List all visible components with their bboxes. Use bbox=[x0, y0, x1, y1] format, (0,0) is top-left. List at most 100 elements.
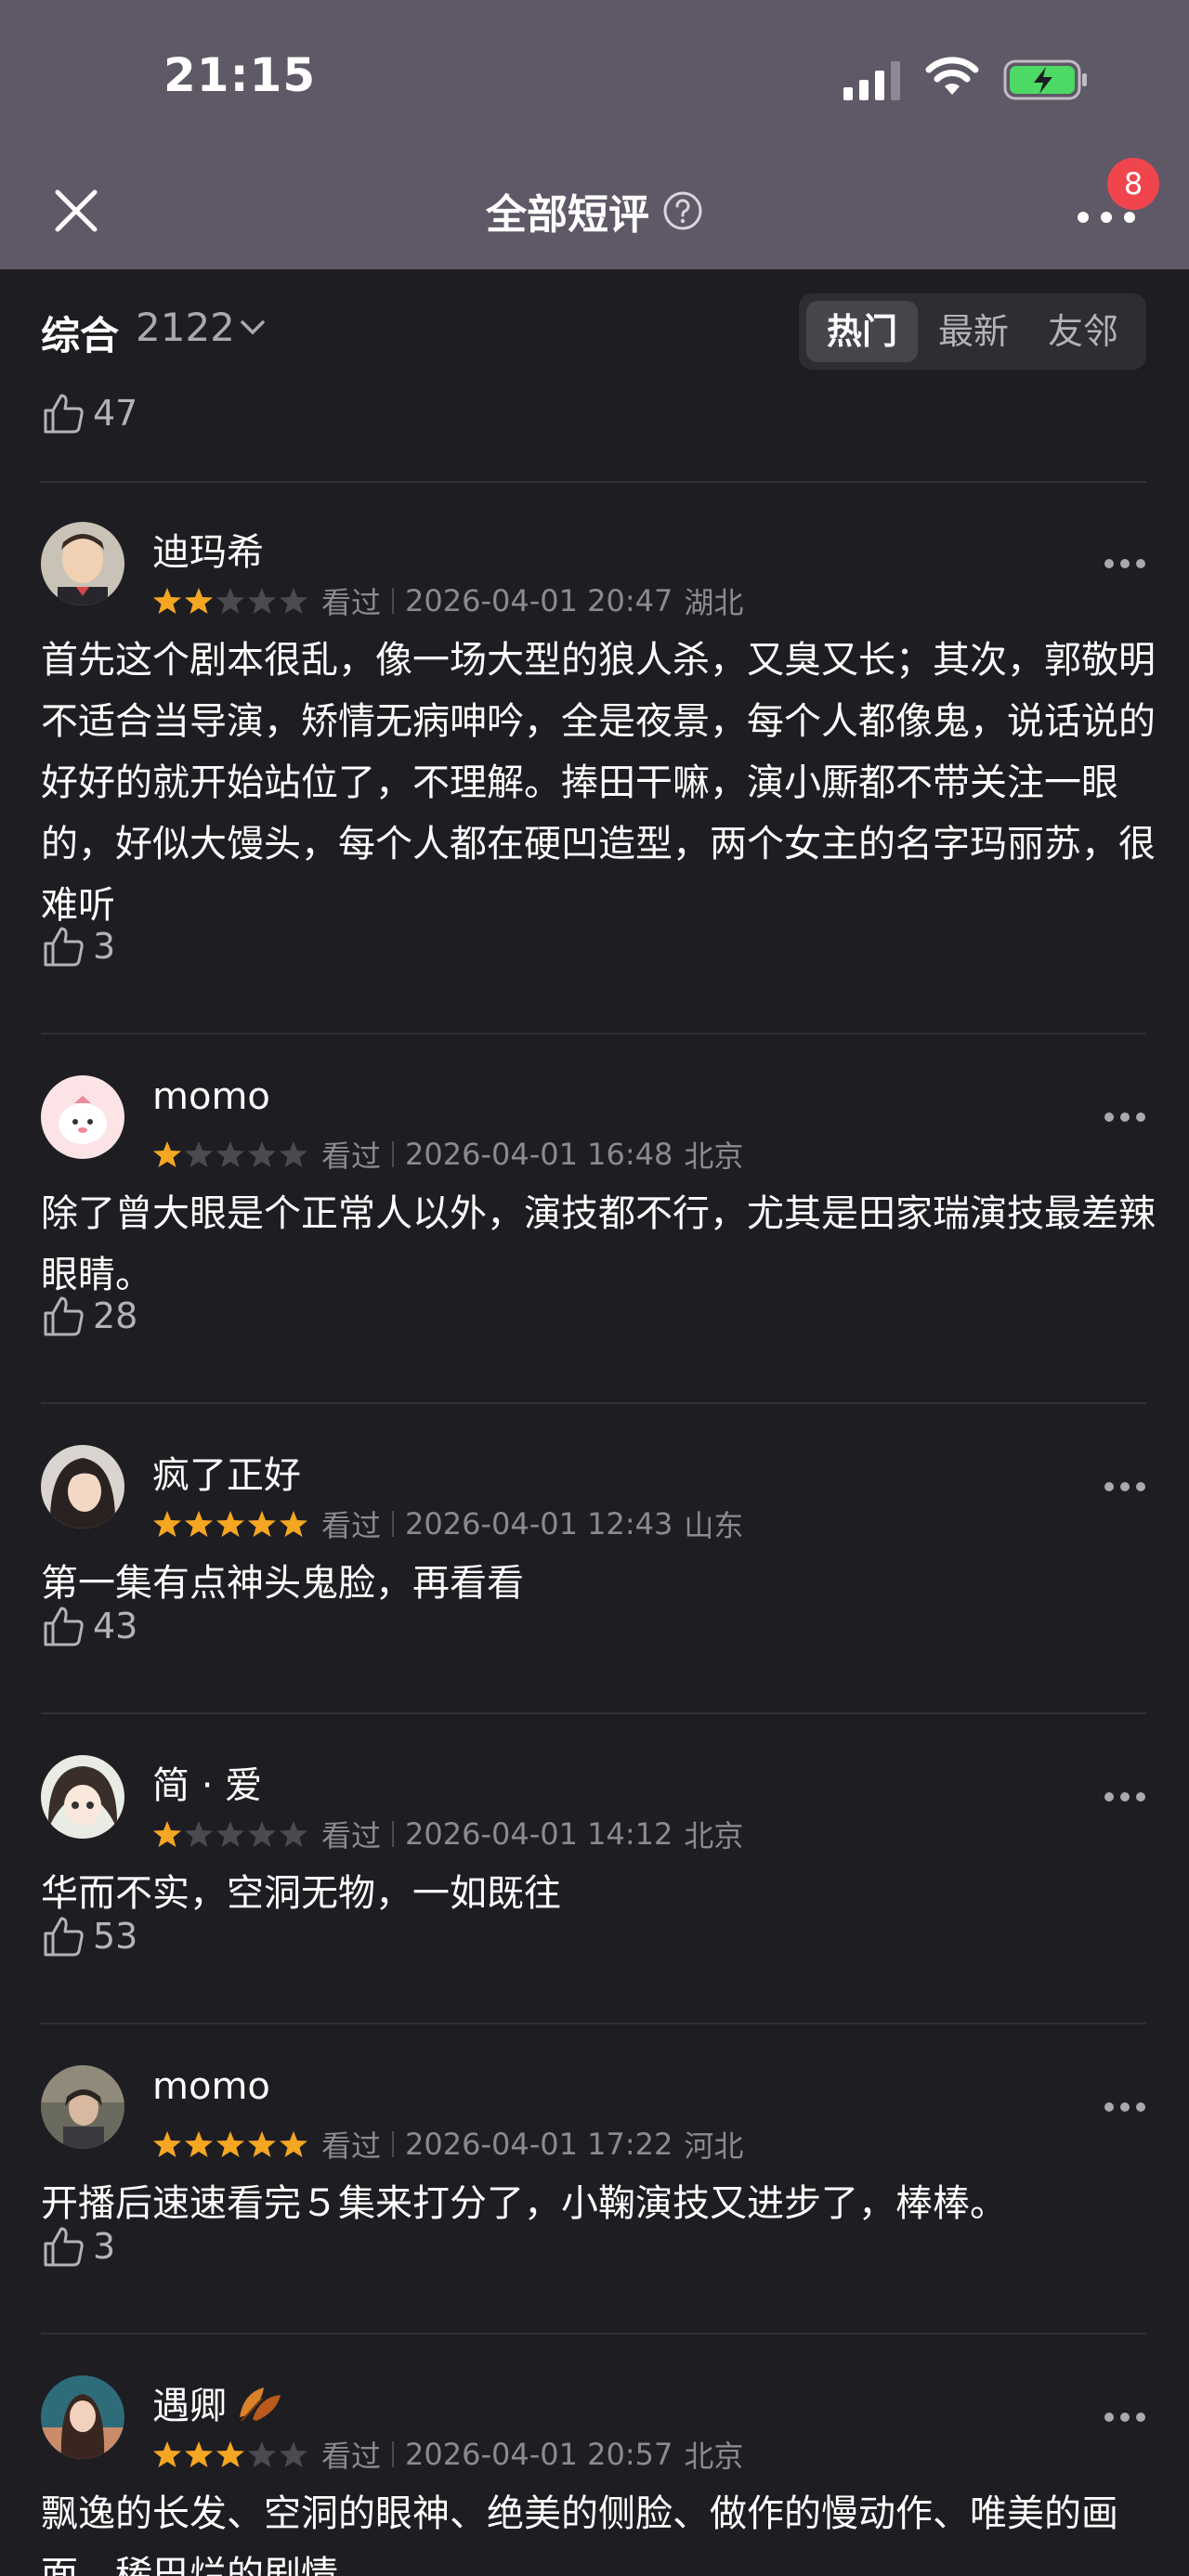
like-button[interactable]: 3 bbox=[41, 2223, 115, 2270]
avatar-image bbox=[41, 1075, 124, 1159]
star-filled-icon bbox=[185, 2441, 213, 2467]
star-empty-icon bbox=[280, 1821, 307, 1847]
star-filled-icon bbox=[185, 1511, 213, 1537]
username-text: 遇卿 bbox=[152, 2385, 227, 2427]
tab-latest[interactable]: 最新 bbox=[918, 301, 1029, 362]
star-empty-icon bbox=[216, 588, 244, 614]
star-rating bbox=[152, 1509, 308, 1539]
watch-status: 看过 bbox=[321, 2128, 382, 2164]
username[interactable]: momo bbox=[152, 1075, 270, 1118]
meta-separator bbox=[392, 2441, 395, 2467]
review-date: 2026-04-01 17:22 bbox=[405, 2127, 673, 2162]
divider bbox=[41, 2023, 1146, 2024]
username-text: 简 · 爱 bbox=[152, 1764, 263, 1807]
thumbs-up-icon bbox=[44, 1917, 84, 1957]
like-button[interactable]: 3 bbox=[41, 923, 115, 969]
review-location: 山东 bbox=[684, 1508, 744, 1543]
thumbs-up-icon bbox=[44, 1607, 84, 1646]
review-date: 2026-04-01 14:12 bbox=[405, 1816, 673, 1852]
chevron-down-icon[interactable] bbox=[240, 318, 266, 338]
review-feed: 47 迪玛希 看过 2026-04-01 20:47 湖北 首先这个剧本很乱，像… bbox=[0, 390, 1189, 2576]
more-icon[interactable] bbox=[1104, 557, 1146, 570]
review-date: 2026-04-01 20:57 bbox=[405, 2437, 673, 2472]
star-empty-icon bbox=[216, 1821, 244, 1847]
watch-status: 看过 bbox=[321, 1138, 382, 1174]
review-text: 除了曾大眼是个正常人以外，演技都不行，尤其是田家瑞演技最差辣眼睛。 bbox=[41, 1192, 1156, 1296]
like-count: 3 bbox=[93, 926, 116, 967]
avatar-image bbox=[41, 1445, 124, 1529]
like-button[interactable]: 53 bbox=[41, 1913, 137, 1959]
more-icon[interactable] bbox=[1104, 2411, 1146, 2424]
review-location: 河北 bbox=[684, 2128, 744, 2164]
meta-separator bbox=[392, 1141, 395, 1167]
star-empty-icon bbox=[248, 588, 276, 614]
avatar-image bbox=[41, 522, 124, 605]
username-text: 疯了正好 bbox=[152, 1454, 301, 1497]
more-icon[interactable] bbox=[1104, 1790, 1146, 1803]
page-title: 全部短评 bbox=[0, 181, 1189, 241]
like-count: 28 bbox=[93, 1295, 138, 1336]
star-empty-icon bbox=[216, 1141, 244, 1167]
review-meta: 看过 2026-04-01 16:48 北京 bbox=[152, 1133, 743, 1176]
battery-charging-icon bbox=[1003, 59, 1087, 100]
review-location: 湖北 bbox=[684, 585, 744, 620]
more-icon[interactable] bbox=[1104, 1480, 1146, 1493]
star-filled-icon bbox=[216, 2131, 244, 2157]
meta-separator bbox=[392, 588, 395, 614]
star-rating bbox=[152, 2439, 308, 2469]
like-button[interactable]: 28 bbox=[41, 1293, 137, 1339]
tab-hot[interactable]: 热门 bbox=[806, 301, 918, 362]
review-date: 2026-04-01 20:47 bbox=[405, 583, 673, 618]
username[interactable]: momo bbox=[152, 2065, 270, 2108]
avatar[interactable] bbox=[41, 1075, 124, 1159]
tab-friends[interactable]: 友邻 bbox=[1027, 301, 1139, 362]
watch-status: 看过 bbox=[321, 1508, 382, 1543]
avatar[interactable] bbox=[41, 2065, 124, 2149]
username-text: momo bbox=[152, 1075, 270, 1118]
status-time: 21:15 bbox=[163, 48, 317, 102]
review-count[interactable]: 2122 bbox=[136, 305, 235, 350]
review-text: 飘逸的长发、空洞的眼神、绝美的侧脸、做作的慢动作、唯美的画面、稀巴烂的剧情 bbox=[41, 2492, 1118, 2576]
avatar[interactable] bbox=[41, 1755, 124, 1839]
star-rating bbox=[152, 1139, 308, 1169]
sort-segmented-control: 热门 最新 友邻 bbox=[799, 293, 1146, 370]
username[interactable]: 遇卿 bbox=[152, 2375, 286, 2429]
star-filled-icon bbox=[153, 2441, 181, 2467]
meta-separator bbox=[392, 1511, 395, 1537]
star-filled-icon bbox=[153, 1511, 181, 1537]
star-filled-icon bbox=[280, 1511, 307, 1537]
avatar[interactable] bbox=[41, 2375, 124, 2459]
more-icon[interactable] bbox=[1104, 2101, 1146, 2114]
star-filled-icon bbox=[280, 2131, 307, 2157]
star-empty-icon bbox=[248, 1821, 276, 1847]
username-text: 迪玛希 bbox=[152, 531, 264, 574]
status-bar: 21:15 bbox=[0, 0, 1189, 158]
avatar[interactable] bbox=[41, 522, 124, 605]
star-filled-icon bbox=[185, 2131, 213, 2157]
username[interactable]: 迪玛希 bbox=[152, 522, 264, 576]
autumn-leaf-icon bbox=[240, 2387, 281, 2422]
avatar-image bbox=[41, 1755, 124, 1839]
username[interactable]: 疯了正好 bbox=[152, 1445, 301, 1499]
help-icon[interactable] bbox=[662, 190, 703, 231]
like-button[interactable]: 43 bbox=[41, 1603, 137, 1649]
divider bbox=[41, 1712, 1146, 1714]
avatar-image bbox=[41, 2375, 124, 2459]
more-icon[interactable] bbox=[1104, 1111, 1146, 1124]
star-filled-icon bbox=[248, 1511, 276, 1537]
review-date: 2026-04-01 16:48 bbox=[405, 1137, 673, 1172]
avatar[interactable] bbox=[41, 1445, 124, 1529]
meta-separator bbox=[392, 1821, 395, 1847]
review-text: 华而不实，空洞无物，一如既往 bbox=[41, 1872, 561, 1915]
star-filled-icon bbox=[153, 1141, 181, 1167]
sort-dropdown-label[interactable]: 综合 bbox=[41, 305, 119, 361]
username-text: momo bbox=[152, 2065, 270, 2108]
star-empty-icon bbox=[185, 1821, 213, 1847]
review-location: 北京 bbox=[684, 2439, 744, 2474]
username[interactable]: 简 · 爱 bbox=[152, 1755, 262, 1809]
star-empty-icon bbox=[248, 1141, 276, 1167]
wifi-icon bbox=[925, 57, 979, 95]
like-count: 3 bbox=[93, 2226, 116, 2267]
star-empty-icon bbox=[185, 1141, 213, 1167]
like-button[interactable]: 47 bbox=[41, 390, 137, 436]
